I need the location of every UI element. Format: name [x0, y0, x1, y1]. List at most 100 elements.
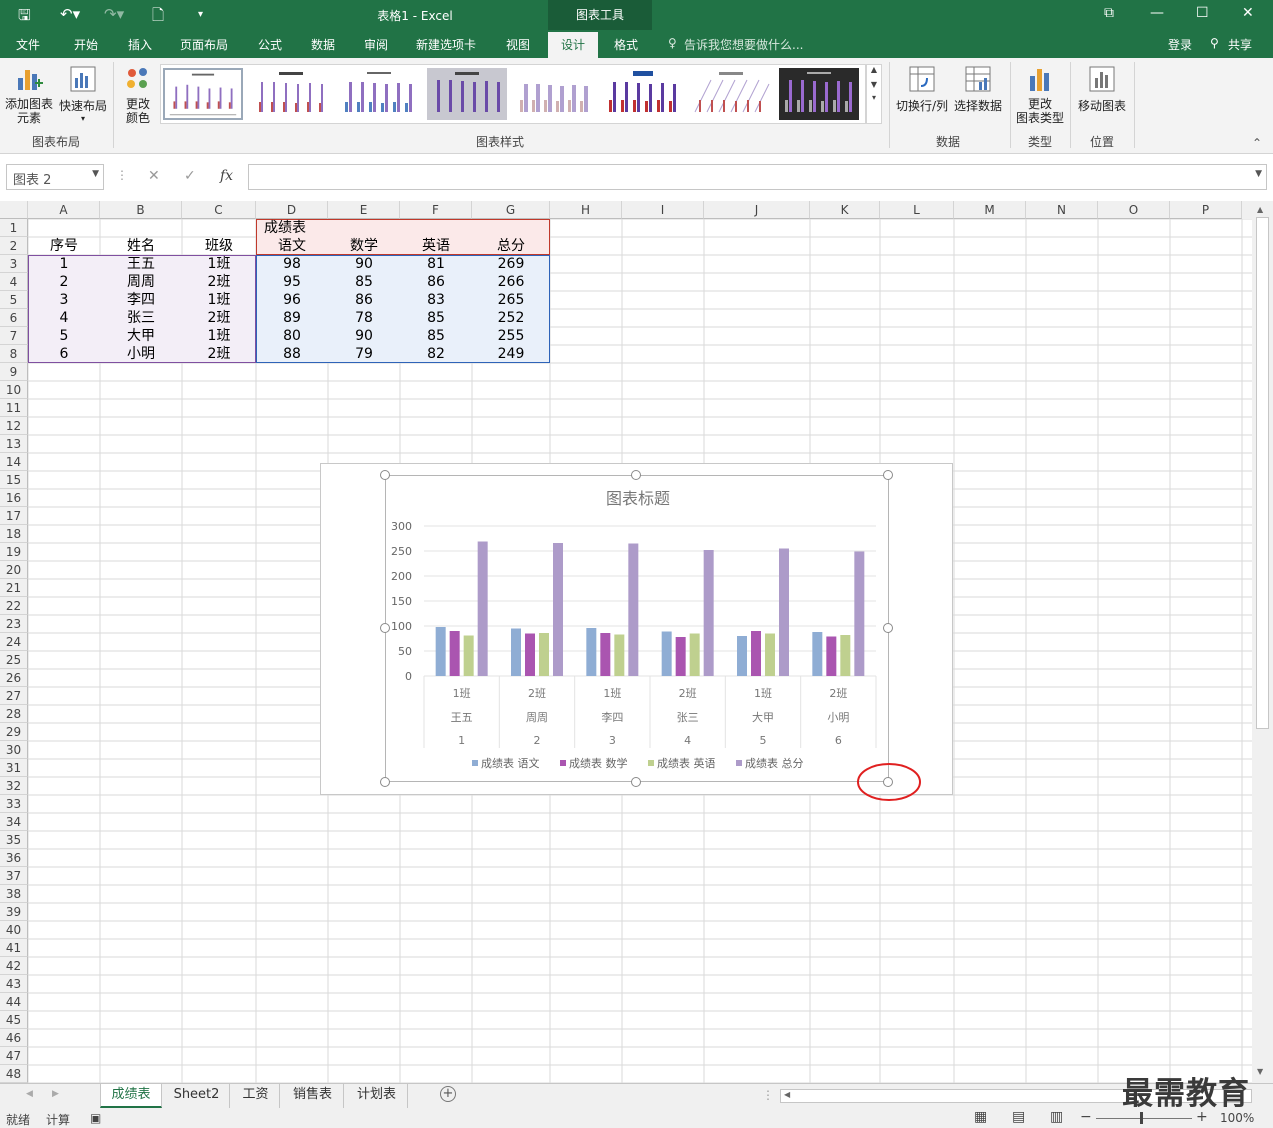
- row-header[interactable]: 24: [0, 633, 28, 651]
- chart-bar[interactable]: [840, 635, 851, 676]
- insert-function-icon[interactable]: fx: [220, 168, 233, 184]
- row-header[interactable]: 19: [0, 543, 28, 561]
- data-cell[interactable]: 85: [400, 309, 472, 327]
- row-header[interactable]: 15: [0, 471, 28, 489]
- row-header[interactable]: 2: [0, 237, 28, 255]
- data-cell[interactable]: 80: [256, 327, 328, 345]
- data-cell[interactable]: 79: [328, 345, 400, 363]
- chart-bar[interactable]: [675, 637, 686, 676]
- scroll-down-icon[interactable]: ▼: [867, 80, 881, 89]
- row-header[interactable]: 4: [0, 273, 28, 291]
- select-data-button[interactable]: 选择数据: [952, 64, 1004, 114]
- data-cell[interactable]: 2班: [182, 309, 256, 327]
- column-header[interactable]: H: [550, 201, 622, 219]
- tab-formulas[interactable]: 公式: [258, 36, 282, 53]
- row-header[interactable]: 41: [0, 939, 28, 957]
- legend-entry[interactable]: 成绩表 英语: [657, 756, 716, 770]
- row-header[interactable]: 8: [0, 345, 28, 363]
- data-cell[interactable]: 266: [472, 273, 550, 291]
- column-header[interactable]: E: [328, 201, 400, 219]
- row-header[interactable]: 13: [0, 435, 28, 453]
- page-break-view-icon[interactable]: ▥: [1050, 1109, 1063, 1125]
- vertical-scroll-thumb[interactable]: [1256, 217, 1269, 729]
- chart-bar[interactable]: [539, 633, 549, 676]
- data-cell[interactable]: 周周: [100, 273, 182, 291]
- data-cell[interactable]: 96: [256, 291, 328, 309]
- column-header[interactable]: K: [810, 201, 880, 219]
- maximize-icon[interactable]: ☐: [1196, 5, 1209, 21]
- chart-style-thumb-5[interactable]: [515, 68, 595, 120]
- row-header[interactable]: 10: [0, 381, 28, 399]
- chart-bar[interactable]: [779, 548, 789, 677]
- sheet-tab-active[interactable]: 成绩表: [100, 1084, 162, 1108]
- row-header[interactable]: 3: [0, 255, 28, 273]
- data-cell[interactable]: 265: [472, 291, 550, 309]
- name-box[interactable]: 图表 2 ▼: [6, 164, 104, 190]
- row-header[interactable]: 30: [0, 741, 28, 759]
- resize-handle[interactable]: [631, 470, 641, 480]
- row-header[interactable]: 48: [0, 1065, 28, 1083]
- close-icon[interactable]: ✕: [1242, 5, 1254, 21]
- chart-style-thumb-4[interactable]: [427, 68, 507, 120]
- row-header[interactable]: 46: [0, 1029, 28, 1047]
- chart-bar[interactable]: [553, 543, 563, 676]
- enter-icon[interactable]: ✓: [184, 168, 196, 184]
- share-button[interactable]: 共享: [1228, 36, 1252, 53]
- row-header[interactable]: 29: [0, 723, 28, 741]
- quick-layout-button[interactable]: 快速布局 ▾: [58, 64, 108, 123]
- row-header[interactable]: 44: [0, 993, 28, 1011]
- chart-title[interactable]: 图表标题: [606, 489, 670, 508]
- switch-row-col-button[interactable]: 切换行/列: [894, 64, 950, 114]
- data-cell[interactable]: 269: [472, 255, 550, 273]
- data-cell[interactable]: 89: [256, 309, 328, 327]
- header-cell[interactable]: 英语: [400, 237, 472, 255]
- chart-bar[interactable]: [511, 628, 521, 677]
- data-cell[interactable]: 4: [28, 309, 100, 327]
- tab-format[interactable]: 格式: [614, 36, 638, 53]
- resize-handle[interactable]: [883, 623, 893, 633]
- chart-bar[interactable]: [689, 633, 700, 677]
- column-header[interactable]: P: [1170, 201, 1242, 219]
- data-cell[interactable]: 3: [28, 291, 100, 309]
- chart-style-thumb-8[interactable]: [779, 68, 859, 120]
- data-cell[interactable]: 张三: [100, 309, 182, 327]
- column-header[interactable]: A: [28, 201, 100, 219]
- chart-bar[interactable]: [737, 636, 747, 676]
- chart-styles-gallery[interactable]: [160, 64, 866, 124]
- expand-formula-icon[interactable]: ▼: [1255, 169, 1262, 179]
- chart-style-thumb-3[interactable]: [339, 68, 419, 120]
- data-cell[interactable]: 86: [328, 291, 400, 309]
- tab-data[interactable]: 数据: [311, 36, 335, 53]
- formula-input[interactable]: ▼: [248, 164, 1267, 190]
- column-header[interactable]: B: [100, 201, 182, 219]
- scroll-up-icon[interactable]: ▲: [1257, 205, 1263, 214]
- data-cell[interactable]: 90: [328, 327, 400, 345]
- cancel-icon[interactable]: ✕: [148, 168, 160, 184]
- data-cell[interactable]: 李四: [100, 291, 182, 309]
- legend-entry[interactable]: 成绩表 总分: [745, 756, 804, 770]
- next-sheet-icon[interactable]: ▶: [52, 1089, 59, 1099]
- row-header[interactable]: 31: [0, 759, 28, 777]
- tab-home[interactable]: 开始: [74, 36, 98, 53]
- tab-review[interactable]: 审阅: [364, 36, 388, 53]
- column-header[interactable]: I: [622, 201, 704, 219]
- legend-entry[interactable]: 成绩表 数学: [569, 756, 628, 770]
- column-header[interactable]: O: [1098, 201, 1170, 219]
- chart-bar[interactable]: [586, 628, 597, 676]
- data-cell[interactable]: 249: [472, 345, 550, 363]
- chart-object[interactable]: 图表标题 0 50 100 150 200 250 300 1班 王五 1 2班 周周 2 1班 李四 3 2班张…: [385, 475, 889, 782]
- zoom-level[interactable]: 100%: [1220, 1111, 1254, 1125]
- header-cell[interactable]: 班级: [182, 237, 256, 255]
- data-cell[interactable]: 90: [328, 255, 400, 273]
- row-header[interactable]: 42: [0, 957, 28, 975]
- chart-bar[interactable]: [463, 635, 474, 677]
- row-header[interactable]: 6: [0, 309, 28, 327]
- row-header[interactable]: 37: [0, 867, 28, 885]
- tab-design[interactable]: 设计: [548, 32, 598, 58]
- column-header[interactable]: G: [472, 201, 550, 219]
- column-header[interactable]: L: [880, 201, 954, 219]
- row-header[interactable]: 11: [0, 399, 28, 417]
- data-cell[interactable]: 85: [400, 327, 472, 345]
- minimize-icon[interactable]: —: [1150, 5, 1164, 21]
- sheet-tab[interactable]: 工资: [232, 1084, 280, 1108]
